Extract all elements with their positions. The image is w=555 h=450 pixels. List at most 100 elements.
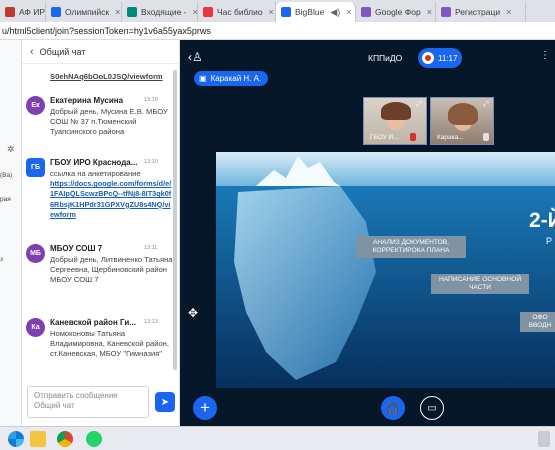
send-button[interactable]: ➤ [155, 392, 175, 412]
message-text: ссылка на анкетирование https://docs.goo… [50, 169, 174, 220]
browser-tab[interactable]: Google Фор × [356, 2, 436, 22]
webcam-label: Карака... [437, 134, 464, 141]
recording-timer: 11:17 [438, 53, 458, 63]
browser-tab[interactable]: Регистраци × [436, 2, 526, 22]
close-icon[interactable]: × [269, 7, 274, 17]
chat-message-input[interactable]: Отправить сообщение Общий чат [27, 386, 149, 418]
screenshot-root: АФ ИРО Олимпийск × Входящие - × Час библ… [0, 0, 555, 450]
expand-icon[interactable]: ⤢ [483, 101, 489, 109]
close-icon[interactable]: × [115, 7, 120, 17]
message-author: МБОУ СОШ 7 [50, 244, 103, 253]
webcam-tile[interactable]: ⤢ Карака... [430, 97, 494, 145]
tab-favicon-icon [51, 7, 61, 17]
recording-indicator[interactable]: 11:17 [418, 48, 462, 68]
audio-button[interactable]: 🎧 [381, 396, 405, 420]
expand-icon[interactable]: ⤢ [416, 101, 422, 109]
screen-share-icon: ▭ [427, 402, 437, 414]
tab-label: АФ ИРО [19, 7, 45, 17]
tab-favicon-icon [203, 7, 213, 17]
strip-label: з [0, 256, 3, 263]
avatar: МБ [26, 244, 45, 263]
slide-subheading: Р [546, 236, 553, 246]
webcam-label: ГБОУ И... [370, 134, 399, 141]
presenter-name: Каракай Н. А. [210, 74, 262, 83]
webcam-hair [448, 103, 478, 125]
options-menu-icon[interactable]: ⋮ [540, 50, 550, 61]
avatar: ГБ [26, 158, 45, 177]
gear-icon[interactable]: ✲ [7, 144, 15, 155]
edge-icon[interactable] [8, 431, 24, 447]
actions-button[interactable]: + [193, 396, 217, 420]
tab-label: Олимпийск [65, 7, 110, 17]
mic-icon [483, 133, 489, 141]
speaker-icon: ◀) [330, 6, 341, 17]
browser-tab[interactable]: Олимпийск × [46, 2, 122, 22]
message-text: Номоконовы Татьяна Владимировна, Каневск… [50, 329, 169, 359]
close-icon[interactable]: × [427, 7, 432, 17]
message-link[interactable]: https://docs.google.com/forms/d/e/1FAIpQ… [50, 179, 171, 219]
message-time: 13:10 [144, 159, 158, 165]
message-text-plain: ссылка на анкетирование [50, 169, 141, 178]
whatsapp-icon[interactable] [86, 431, 102, 447]
tab-label: Час библио [217, 7, 263, 17]
strip-label: рая [0, 196, 11, 203]
bigbluebutton-app: (Ва) рая з ✲ ‹ Общий чат S0ehNAq6bOoL0JS… [0, 40, 555, 426]
chat-panel: ‹ Общий чат S0ehNAq6bOoL0JSQ/viewform Ек… [22, 40, 180, 426]
presenter-icon: ▣ [199, 74, 207, 83]
send-icon: ➤ [160, 396, 170, 408]
slide-box: НАПИСАНИЕ ОСНОВНОЙ ЧАСТИ [431, 274, 529, 294]
webcam-hair [381, 102, 411, 120]
close-icon[interactable]: × [346, 7, 351, 17]
headset-icon: 🎧 [386, 402, 400, 415]
slide-heading: 2-Й [529, 209, 555, 232]
address-bar[interactable]: u/html5client/join?sessionToken=hy1v6a55… [0, 22, 555, 40]
presentation-slide[interactable]: АНАЛИЗ ДОКУМЕНТОВ, КОРРЕКТИРОКА ПЛАНА НА… [216, 152, 555, 388]
chat-header[interactable]: ‹ Общий чат [22, 40, 179, 64]
avatar: Ка [26, 318, 45, 337]
pan-tool-icon[interactable]: ✥ [188, 306, 198, 320]
tab-favicon-icon [5, 7, 15, 17]
close-icon[interactable]: × [193, 7, 198, 17]
message-time: 13:13 [144, 319, 158, 325]
message-author: Екатерина Мусина [50, 96, 124, 105]
muted-mic-icon [410, 133, 416, 141]
message-link[interactable]: S0ehNAq6bOoL0JSQ/viewform [50, 72, 174, 82]
chevron-left-icon[interactable]: ‹ [30, 46, 34, 58]
user-list-strip: (Ва) рая з ✲ [0, 40, 22, 426]
file-explorer-icon[interactable] [30, 431, 46, 447]
close-icon[interactable]: × [506, 7, 511, 17]
message-text: Добрый день, Литвиненко Татьяна Сергеевн… [50, 255, 173, 285]
tab-favicon-icon [281, 7, 291, 17]
message-text: Добрый день, Мусина Е.В. МБОУ СОШ № 37 п… [50, 107, 168, 137]
tab-favicon-icon [361, 7, 371, 17]
webcam-tile[interactable]: ⤢ ГБОУ И... [363, 97, 427, 145]
tab-label: Регистраци [455, 7, 501, 17]
browser-tab-active[interactable]: BigBlue ◀) × [276, 2, 356, 22]
strip-label: (Ва) [0, 172, 13, 179]
chat-messages: S0ehNAq6bOoL0JSQ/viewform Ек Екатерина М… [22, 64, 178, 380]
chat-title: Общий чат [39, 46, 86, 57]
tab-favicon-icon [127, 7, 137, 17]
record-icon [422, 52, 434, 64]
screen-share-button[interactable]: ▭ [420, 396, 444, 420]
avatar: Ек [26, 96, 45, 115]
meeting-title: КППиДО [368, 53, 403, 63]
os-taskbar [0, 426, 555, 450]
browser-tab[interactable]: АФ ИРО [0, 2, 46, 22]
notification-icon[interactable] [538, 431, 550, 447]
message-author: ГБОУ ИРО Краснода... [50, 158, 138, 167]
chrome-icon[interactable] [57, 431, 73, 447]
browser-tab[interactable]: Входящие - × [122, 2, 198, 22]
address-text: u/html5client/join?sessionToken=hy1v6a55… [2, 25, 211, 36]
presenter-badge: ▣ Каракай Н. А. [194, 71, 269, 86]
iceberg-illustration [216, 152, 555, 388]
slide-box: АНАЛИЗ ДОКУМЕНТОВ, КОРРЕКТИРОКА ПЛАНА [356, 236, 466, 258]
message-time: 13:10 [144, 97, 158, 103]
main-stage: ‹♙ КППиДО 11:17 ⋮ ▣ Каракай Н. А. ⤢ ГБОУ… [180, 40, 555, 426]
browser-tab[interactable]: Час библио × [198, 2, 276, 22]
user-list-toggle-icon[interactable]: ‹♙ [188, 50, 203, 64]
chat-scrollbar[interactable] [173, 70, 177, 370]
tab-label: BigBlue [295, 7, 325, 17]
tab-label: Google Фор [375, 7, 421, 17]
message-time: 13:11 [144, 245, 158, 251]
